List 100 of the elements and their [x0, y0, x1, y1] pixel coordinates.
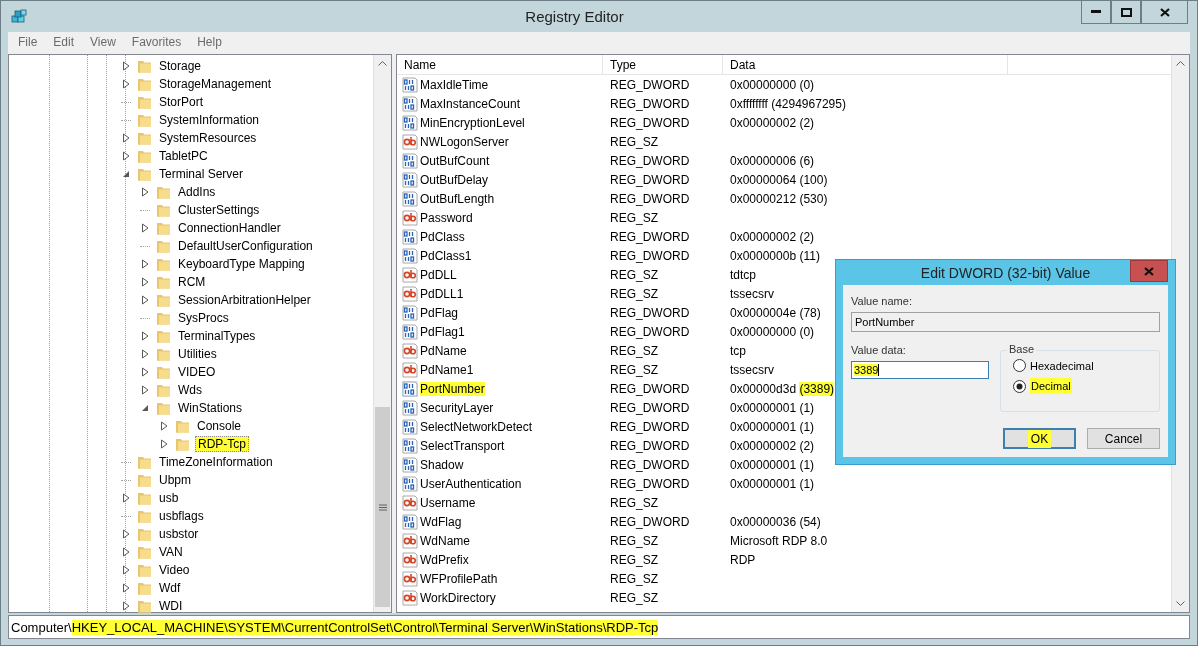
tree-item[interactable]: Storage [157, 59, 204, 73]
radio-label[interactable]: Decimal [1030, 378, 1072, 394]
expand-arrow-icon[interactable] [140, 331, 150, 341]
menu-item[interactable]: File [10, 35, 46, 49]
minimize-button[interactable] [1081, 1, 1111, 24]
tree-item[interactable]: Video [157, 563, 192, 577]
value-name[interactable]: MaxIdleTime [420, 77, 489, 92]
tree-item[interactable]: Utilities [176, 347, 219, 361]
value-name[interactable]: WorkDirectory [420, 590, 496, 605]
value-name[interactable]: PdDLL1 [420, 286, 464, 301]
value-name[interactable]: SelectTransport [420, 438, 505, 453]
scroll-up-icon[interactable] [1176, 61, 1185, 66]
collapse-arrow-icon[interactable] [140, 403, 150, 413]
tree-item[interactable]: SystemInformation [157, 113, 262, 127]
radio-label[interactable]: Hexadecimal [1030, 359, 1094, 372]
menu-item[interactable]: Help [189, 35, 230, 49]
radio-button[interactable] [1013, 379, 1026, 393]
value-name-field[interactable]: PortNumber [851, 312, 1160, 332]
scroll-thumb[interactable] [375, 407, 390, 607]
tree-item[interactable]: Terminal Server [157, 167, 246, 181]
dialog-button[interactable]: Cancel [1087, 428, 1160, 449]
value-name[interactable]: OutBufLength [420, 191, 495, 206]
value-name[interactable]: PdClass1 [420, 248, 472, 263]
tree-item[interactable]: DefaultUserConfiguration [176, 239, 315, 253]
expand-arrow-icon[interactable] [121, 547, 131, 557]
value-name[interactable]: WFProfilePath [420, 571, 498, 586]
expand-arrow-icon[interactable] [121, 583, 131, 593]
expand-arrow-icon[interactable] [140, 187, 150, 197]
expand-arrow-icon[interactable] [121, 529, 131, 539]
value-name[interactable]: UserAuthentication [420, 476, 522, 491]
expand-arrow-icon[interactable] [140, 295, 150, 305]
value-name[interactable]: PdName [420, 343, 467, 358]
expand-arrow-icon[interactable] [159, 439, 169, 449]
value-name[interactable]: PdClass [420, 229, 465, 244]
tree-item[interactable]: RDP-Tcp [195, 436, 249, 452]
column-header[interactable]: Name [397, 55, 603, 74]
dialog-button[interactable]: OK [1003, 428, 1076, 449]
tree-item[interactable]: TabletPC [157, 149, 210, 163]
maximize-button[interactable] [1111, 1, 1141, 24]
value-name[interactable]: PdFlag1 [420, 324, 465, 339]
maximize-icon[interactable] [1120, 7, 1132, 17]
value-name[interactable]: OutBufCount [420, 153, 490, 168]
expand-arrow-icon[interactable] [140, 367, 150, 377]
expand-arrow-icon[interactable] [121, 493, 131, 503]
tree-item[interactable]: Console [195, 419, 244, 433]
value-name[interactable]: PortNumber [420, 381, 485, 396]
tree-item[interactable]: WinStations [176, 401, 245, 415]
menu-item[interactable]: View [82, 35, 124, 49]
expand-arrow-icon[interactable] [140, 349, 150, 359]
tree-item[interactable]: ConnectionHandler [176, 221, 283, 235]
tree-item[interactable]: usb [157, 491, 181, 505]
expand-arrow-icon[interactable] [159, 421, 169, 431]
tree-item[interactable]: SysProcs [176, 311, 231, 325]
expand-arrow-icon[interactable] [121, 151, 131, 161]
value-name[interactable]: PdName1 [420, 362, 474, 377]
tree-item[interactable]: KeyboardType Mapping [176, 257, 307, 271]
tree-item[interactable]: TimeZoneInformation [157, 455, 275, 469]
value-name[interactable]: MinEncryptionLevel [420, 115, 525, 130]
tree-item[interactable]: WDI [157, 599, 185, 613]
tree-item[interactable]: SystemResources [157, 131, 259, 145]
value-name[interactable]: WdName [420, 533, 470, 548]
value-name[interactable]: MaxInstanceCount [420, 96, 521, 111]
value-name[interactable]: PdFlag [420, 305, 459, 320]
radio-button[interactable] [1013, 359, 1026, 372]
tree-item[interactable]: SessionArbitrationHelper [176, 293, 313, 307]
value-name[interactable]: PdDLL [420, 267, 457, 282]
expand-arrow-icon[interactable] [140, 385, 150, 395]
value-name[interactable]: WdPrefix [420, 552, 469, 567]
expand-arrow-icon[interactable] [140, 259, 150, 269]
tree-item[interactable]: VAN [157, 545, 185, 559]
expand-arrow-icon[interactable] [121, 601, 131, 611]
value-name[interactable]: SecurityLayer [420, 400, 494, 415]
column-header[interactable]: Type [603, 55, 723, 74]
tree-item[interactable]: Ubpm [157, 473, 193, 487]
expand-arrow-icon[interactable] [140, 223, 150, 233]
tree-item[interactable]: ClusterSettings [176, 203, 262, 217]
column-header[interactable]: Data [723, 55, 1008, 74]
value-name[interactable]: Shadow [420, 457, 464, 472]
value-name[interactable]: OutBufDelay [420, 172, 489, 187]
tree-item[interactable]: VIDEO [176, 365, 218, 379]
expand-arrow-icon[interactable] [121, 79, 131, 89]
expand-arrow-icon[interactable] [121, 61, 131, 71]
value-name[interactable]: Username [420, 495, 476, 510]
tree-item[interactable]: Wdf [157, 581, 183, 595]
minimize-icon[interactable] [1091, 10, 1101, 14]
expand-arrow-icon[interactable] [121, 565, 131, 575]
tree-item[interactable]: usbflags [157, 509, 206, 523]
tree-item[interactable]: StorageManagement [157, 77, 274, 91]
menu-item[interactable]: Edit [45, 35, 83, 49]
value-name[interactable]: SelectNetworkDetect [420, 419, 533, 434]
tree-item[interactable]: RCM [176, 275, 208, 289]
menu-item[interactable]: Favorites [123, 35, 190, 49]
value-name[interactable]: NWLogonServer [420, 134, 509, 149]
scroll-down-icon[interactable] [1176, 601, 1185, 606]
scroll-up-icon[interactable] [378, 61, 387, 66]
collapse-arrow-icon[interactable] [121, 169, 131, 179]
tree-item[interactable]: TerminalTypes [176, 329, 258, 343]
value-name[interactable]: Password [420, 210, 473, 225]
value-name[interactable]: WdFlag [420, 514, 462, 529]
expand-arrow-icon[interactable] [121, 133, 131, 143]
